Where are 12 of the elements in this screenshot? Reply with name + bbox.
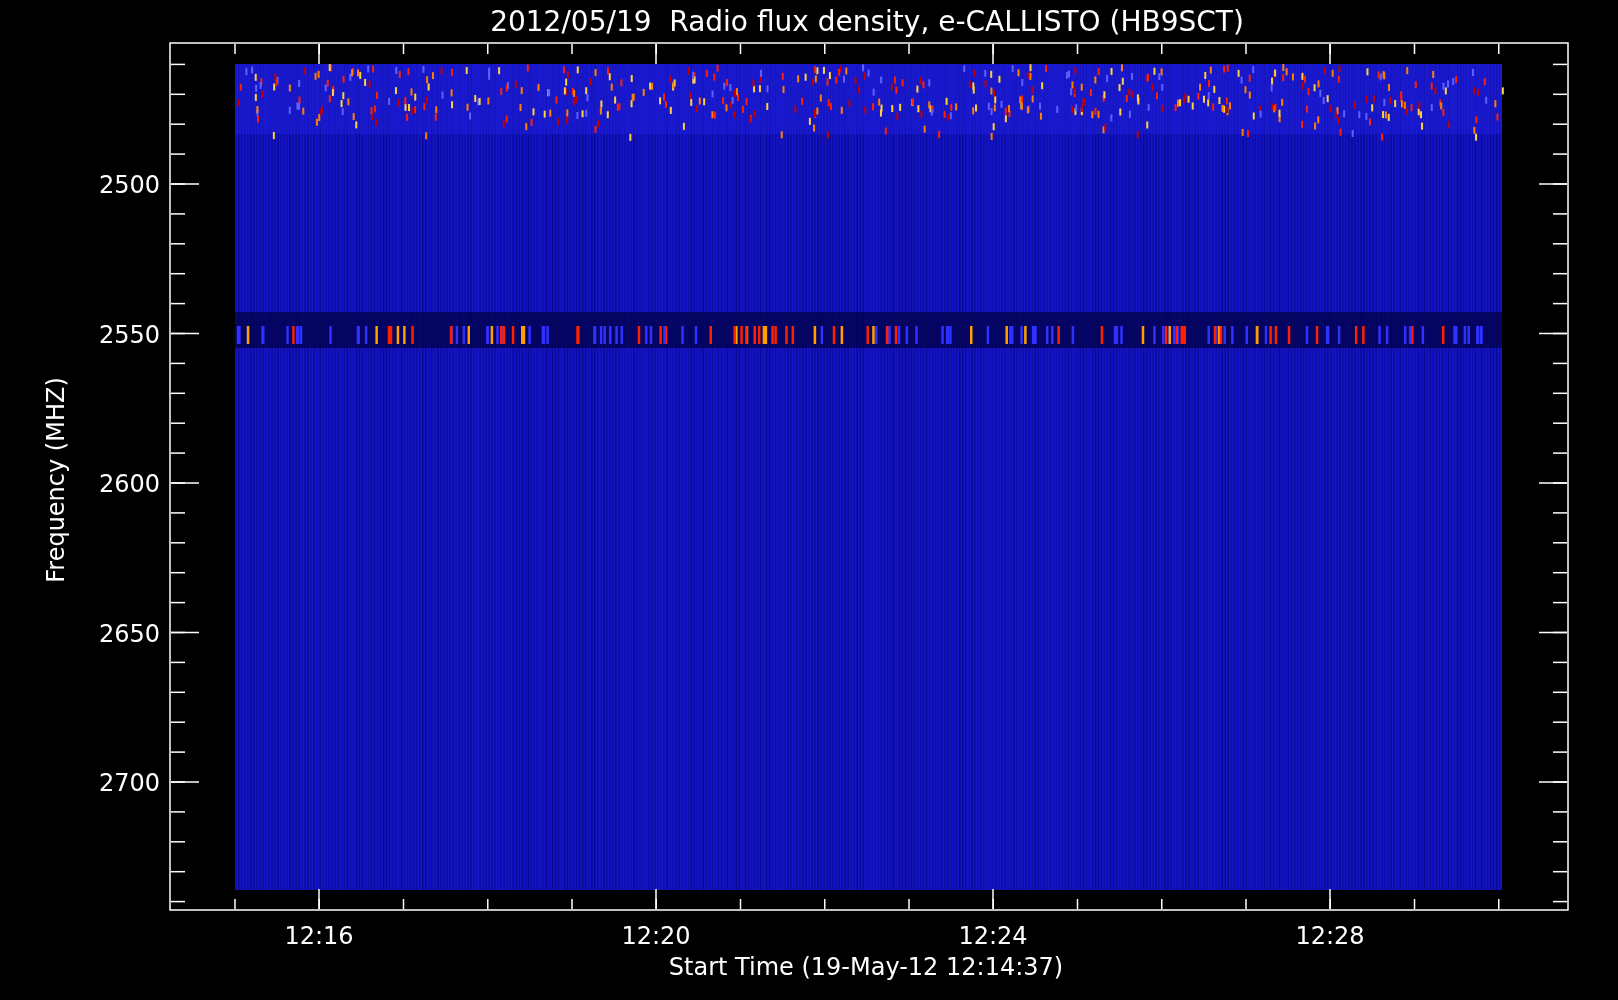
tick-label: 2650 [98, 619, 160, 648]
tick-label: 2700 [98, 769, 160, 797]
tick-label: 2500 [98, 171, 160, 199]
tick-label: 2550 [98, 320, 160, 349]
tick-label: 12:24 [958, 922, 1028, 950]
tick-label: 12:28 [1295, 922, 1365, 950]
chart-title: 2012/05/19 Radio flux density, e-CALLISTO (HB9SCT) [490, 5, 1244, 38]
axis-label: Frequency (MHZ) [42, 377, 70, 583]
axis-label: Start Time (19-May-12 12:14:37) [668, 953, 1064, 981]
tick-label: 2600 [98, 470, 160, 498]
tick-label: 12:16 [284, 922, 354, 950]
tick-label: 12:20 [621, 922, 691, 950]
